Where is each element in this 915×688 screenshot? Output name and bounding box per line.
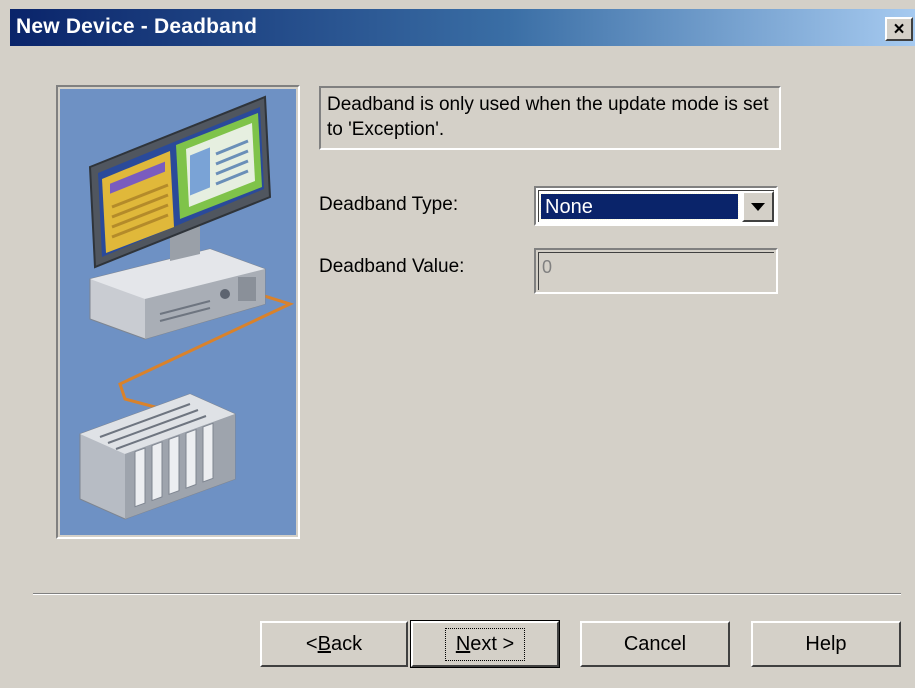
computer-plc-network-icon	[60, 89, 296, 535]
chevron-down-icon	[751, 202, 765, 211]
next-button[interactable]: Next >	[410, 620, 560, 668]
back-button[interactable]: < Back	[260, 621, 408, 667]
title-bar[interactable]: New Device - Deadband ×	[10, 9, 915, 46]
deadband-value-input[interactable]	[538, 252, 774, 290]
cancel-button[interactable]: Cancel	[580, 621, 730, 667]
deadband-type-selected-value[interactable]: None	[540, 193, 739, 220]
next-button-label: ext >	[470, 632, 515, 655]
deadband-type-label: Deadband Type:	[319, 194, 459, 215]
info-text: Deadband is only used when the update mo…	[319, 86, 781, 150]
wizard-dialog: New Device - Deadband × Deadband is only…	[0, 0, 915, 688]
illustration-panel	[56, 85, 300, 539]
window-title: New Device - Deadband	[16, 15, 258, 38]
next-button-focus: Next >	[444, 627, 526, 661]
next-button-accel: N	[455, 632, 471, 655]
back-button-label: ack	[330, 632, 363, 655]
back-button-arrow: <	[305, 632, 318, 655]
deadband-value-field-frame	[534, 248, 778, 294]
close-button[interactable]: ×	[885, 17, 913, 41]
back-button-accel: B	[317, 632, 331, 655]
dropdown-button[interactable]	[742, 191, 774, 222]
close-icon: ×	[893, 18, 905, 40]
deadband-type-select-field: None	[538, 190, 774, 222]
deadband-value-label: Deadband Value:	[319, 256, 465, 277]
deadband-type-select[interactable]: None	[534, 186, 778, 226]
separator-line	[33, 593, 901, 595]
help-button[interactable]: Help	[751, 621, 901, 667]
